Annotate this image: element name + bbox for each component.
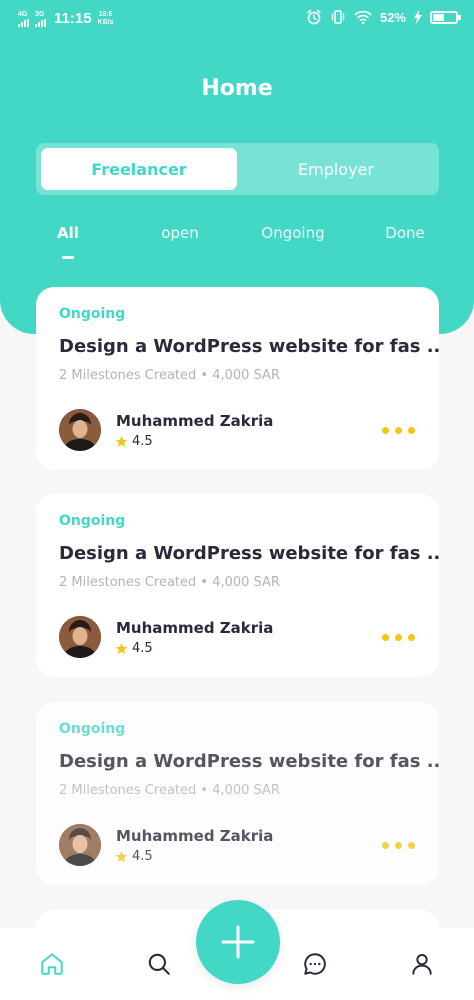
- active-tab-indicator: [62, 256, 74, 259]
- clock: 11:15: [54, 10, 92, 27]
- status-badge: Ongoing: [59, 306, 126, 322]
- project-title: Design a WordPress website for fas ..: [59, 751, 441, 772]
- signal-icon: [18, 18, 29, 27]
- battery-icon: [430, 10, 461, 24]
- nav-home[interactable]: [38, 950, 66, 978]
- charging-icon: [414, 10, 422, 24]
- rating: 4.5: [115, 434, 153, 449]
- chat-icon: [304, 953, 326, 975]
- project-card[interactable]: Ongoing Design a WordPress website for f…: [36, 702, 441, 885]
- avatar: [59, 616, 101, 658]
- star-icon: [115, 851, 128, 862]
- network-speed: 18.6 KB/s: [98, 11, 114, 27]
- tab-all[interactable]: All: [57, 224, 79, 242]
- rating-value: 4.5: [132, 641, 153, 656]
- wifi-icon: [354, 10, 372, 25]
- speed-value: 18.6: [98, 10, 113, 18]
- status-bar: 4G 3G 11:15 18.6 KB/s 52%: [0, 0, 474, 38]
- project-title: Design a WordPress website for fas ..: [59, 336, 441, 357]
- rating: 4.5: [115, 849, 153, 864]
- add-icon: [221, 925, 255, 959]
- nav-profile[interactable]: [408, 950, 436, 978]
- star-icon: [115, 643, 128, 654]
- vibrate-icon: [331, 10, 345, 24]
- signal-icon-2: [35, 18, 46, 27]
- rating-value: 4.5: [132, 434, 153, 449]
- network-label-2: 3G: [35, 10, 45, 18]
- rating: 4.5: [115, 641, 153, 656]
- role-toggle: Freelancer Employer: [36, 143, 439, 195]
- project-meta: 2 Milestones Created • 4,000 SAR: [59, 575, 280, 590]
- freelancer-name: Muhammed Zakria: [116, 412, 274, 430]
- network-label-1: 4G: [18, 10, 28, 18]
- nav-search[interactable]: [145, 950, 173, 978]
- freelancer-name: Muhammed Zakria: [116, 619, 274, 637]
- alarm-icon: [307, 9, 321, 25]
- home-icon: [41, 953, 63, 975]
- avatar: [59, 824, 101, 866]
- more-options-button[interactable]: [382, 634, 415, 641]
- project-meta: 2 Milestones Created • 4,000 SAR: [59, 368, 280, 383]
- status-badge: Ongoing: [59, 513, 126, 529]
- project-card[interactable]: Ongoing Design a WordPress website for f…: [36, 494, 441, 677]
- search-icon: [148, 953, 170, 975]
- tab-open[interactable]: open: [161, 224, 198, 242]
- project-meta: 2 Milestones Created • 4,000 SAR: [59, 783, 280, 798]
- tab-done[interactable]: Done: [385, 224, 424, 242]
- toggle-employer[interactable]: Employer: [238, 148, 434, 190]
- nav-messages[interactable]: [301, 950, 329, 978]
- tab-ongoing[interactable]: Ongoing: [261, 224, 324, 242]
- star-icon: [115, 436, 128, 447]
- battery-level: [433, 13, 445, 21]
- avatar: [59, 409, 101, 451]
- more-options-button[interactable]: [382, 842, 415, 849]
- page-title: Home: [201, 76, 273, 101]
- status-badge: Ongoing: [59, 721, 126, 737]
- speed-unit: KB/s: [97, 18, 114, 26]
- project-title: Design a WordPress website for fas ..: [59, 543, 441, 564]
- profile-icon: [412, 954, 432, 975]
- toggle-freelancer[interactable]: Freelancer: [41, 148, 237, 190]
- freelancer-name: Muhammed Zakria: [116, 827, 274, 845]
- more-options-button[interactable]: [382, 427, 415, 434]
- project-card[interactable]: Ongoing Design a WordPress website for f…: [36, 287, 441, 470]
- rating-value: 4.5: [132, 849, 153, 864]
- battery-percent: 52%: [379, 9, 406, 25]
- add-project-button[interactable]: [196, 900, 280, 984]
